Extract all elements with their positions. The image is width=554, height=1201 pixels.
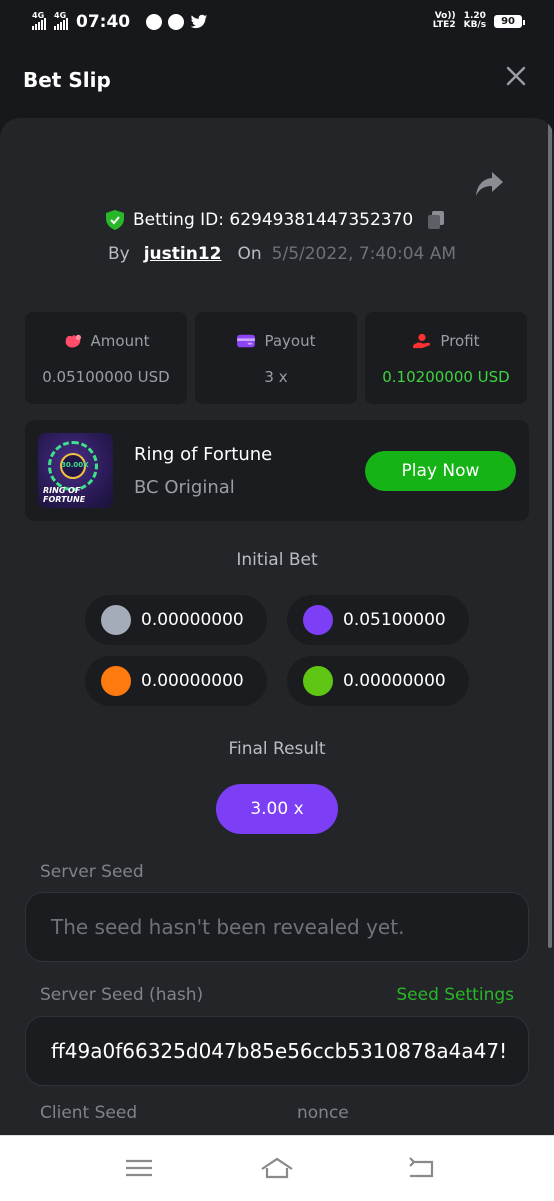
chip-value: 0.00000000 (343, 671, 446, 691)
betting-id-row: Betting ID: 62949381447352370 (106, 210, 446, 230)
chip-value: 0.00000000 (141, 610, 244, 630)
menu-icon[interactable] (122, 1153, 156, 1183)
stat-payout: Payout 3 x (195, 312, 357, 404)
network-type-2: 4G (54, 11, 67, 20)
battery-icon: 90 (494, 14, 525, 28)
game-subtitle: BC Original (134, 477, 235, 498)
stat-profit-label: Profit (440, 332, 480, 350)
status-bar: 4G 4G 07:40 Vo)) LTE2 1.20 KB/s 90 (0, 0, 554, 44)
server-seed-hash-field[interactable]: ff49a0f66325d047b85e56ccb5310878a4a47! (25, 1016, 529, 1086)
final-result-value: 3.00 x (216, 784, 338, 834)
currency-chip-4[interactable]: 0.00000000 (287, 656, 469, 706)
server-seed-hash-label: Server Seed (hash) (40, 985, 204, 1005)
verified-shield-icon (106, 210, 124, 230)
seed-settings-link[interactable]: Seed Settings (396, 985, 514, 1005)
currency-dot-icon (303, 605, 333, 635)
stat-amount: Amount 0.05100000 USD (25, 312, 187, 404)
stat-amount-value: 0.05100000 USD (42, 368, 170, 386)
currency-dot-icon (101, 605, 131, 635)
thumb-logo: RING OF FORTUNE (43, 486, 86, 504)
status-left: 4G 4G 07:40 (32, 11, 208, 32)
page-title: Bet Slip (23, 68, 111, 92)
currency-chip-2[interactable]: 0.05100000 (287, 595, 469, 645)
clock: 07:40 (76, 12, 131, 32)
chip-value: 0.00000000 (141, 671, 244, 691)
chip-value: 0.05100000 (343, 610, 446, 630)
initial-bet-title: Initial Bet (236, 550, 318, 570)
lte-indicator: LTE2 (432, 20, 456, 30)
bet-meta-row: By justin12 On 5/5/2022, 7:40:04 AM (108, 244, 456, 264)
stat-profit-value: 0.10200000 USD (382, 368, 510, 386)
copy-icon[interactable] (426, 210, 446, 230)
thumb-multiplier: 30.00X (61, 461, 89, 469)
bet-slip-header: Bet Slip (0, 44, 554, 118)
final-result-title: Final Result (228, 739, 326, 759)
scrollbar[interactable] (548, 118, 552, 948)
back-icon[interactable] (404, 1153, 438, 1183)
currency-chip-3[interactable]: 0.00000000 (85, 656, 267, 706)
android-nav-bar (0, 1135, 554, 1201)
whatsapp-icon (168, 14, 185, 30)
home-icon[interactable] (260, 1153, 294, 1183)
betting-id: Betting ID: 62949381447352370 (133, 210, 414, 230)
signal-icon-2: 4G (54, 11, 68, 30)
bet-stats: Amount 0.05100000 USD Payout 3 x Profit … (25, 312, 527, 404)
currency-dot-icon (303, 666, 333, 696)
share-icon[interactable] (474, 170, 504, 198)
username-link[interactable]: justin12 (144, 244, 222, 264)
nonce-label: nonce (297, 1103, 349, 1123)
stat-payout-label: Payout (264, 332, 316, 350)
twitter-icon (190, 14, 208, 29)
play-now-button[interactable]: Play Now (365, 451, 516, 491)
game-thumbnail[interactable]: 30.00X RING OF FORTUNE (38, 433, 113, 508)
server-seed-label: Server Seed (40, 862, 144, 882)
server-seed-field[interactable]: The seed hasn't been revealed yet. (25, 892, 529, 962)
by-label: By (108, 244, 130, 264)
stat-amount-label: Amount (90, 332, 150, 350)
on-label: On (237, 244, 262, 264)
stat-payout-value: 3 x (264, 368, 288, 386)
currency-dot-icon (101, 666, 131, 696)
close-icon[interactable] (504, 64, 528, 88)
status-right: Vo)) LTE2 1.20 KB/s 90 (432, 12, 525, 30)
wallet-icon (237, 334, 256, 348)
client-seed-label: Client Seed (40, 1103, 138, 1123)
currency-chip-1[interactable]: 0.00000000 (85, 595, 267, 645)
bet-date: 5/5/2022, 7:40:04 AM (271, 244, 457, 264)
money-bag-icon (65, 334, 81, 348)
game-card: 30.00X RING OF FORTUNE Ring of Fortune B… (25, 420, 529, 521)
game-name: Ring of Fortune (134, 444, 273, 465)
stat-profit: Profit 0.10200000 USD (365, 312, 527, 404)
network-speed-unit: KB/s (463, 20, 487, 30)
coin-hand-icon (413, 333, 431, 349)
app-notification-icon (146, 14, 163, 30)
network-type-1: 4G (32, 11, 45, 20)
signal-icon-1: 4G (32, 11, 46, 30)
bet-slip-panel: Betting ID: 62949381447352370 By justin1… (0, 118, 554, 1148)
